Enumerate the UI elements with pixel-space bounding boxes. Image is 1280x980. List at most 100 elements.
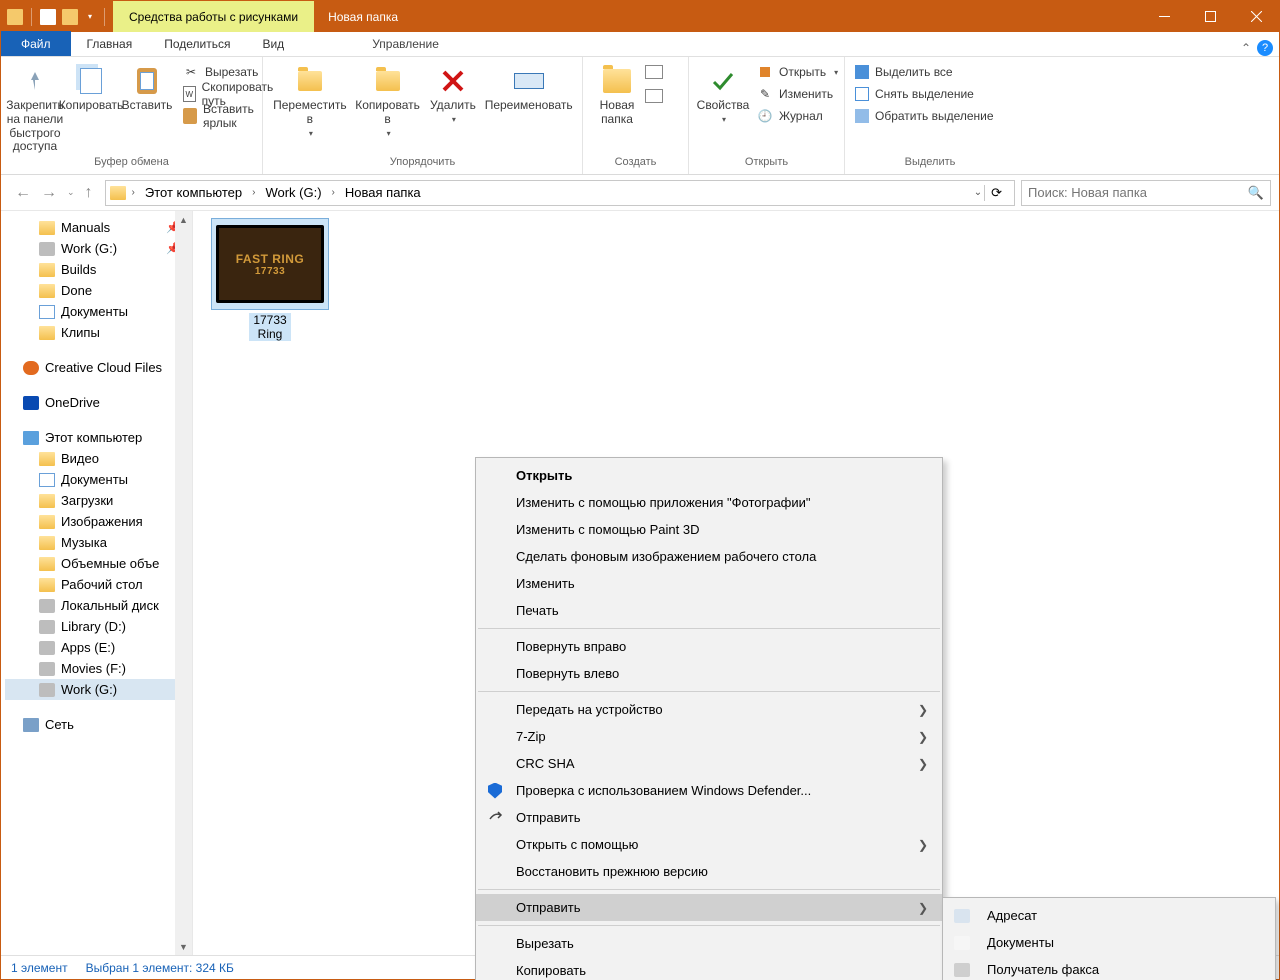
- tree-item[interactable]: Apps (E:): [5, 637, 192, 658]
- tree-item[interactable]: Загрузки: [5, 490, 192, 511]
- minimize-button[interactable]: [1141, 1, 1187, 32]
- tab-view[interactable]: Вид: [246, 31, 300, 56]
- context-menu-item[interactable]: Изменить: [476, 570, 942, 597]
- address-bar[interactable]: › Этот компьютер › Work (G:) › Новая пап…: [105, 180, 1015, 206]
- addr-dropdown-icon[interactable]: ⌄: [974, 187, 982, 198]
- tree-item[interactable]: Документы: [5, 301, 192, 322]
- nav-tree[interactable]: Manuals📌Work (G:)📌BuildsDoneДокументыКли…: [1, 211, 193, 955]
- nav-recent-icon[interactable]: ⌄: [67, 187, 75, 198]
- copy-button[interactable]: Копировать: [63, 61, 119, 115]
- tree-item[interactable]: Done: [5, 280, 192, 301]
- new-folder-button[interactable]: Новая папка: [589, 61, 645, 129]
- copy-to-button[interactable]: Копировать в▾: [351, 61, 425, 140]
- tree-item[interactable]: Клипы: [5, 322, 192, 343]
- tree-item[interactable]: Рабочий стол: [5, 574, 192, 595]
- file-item[interactable]: FAST RING 17733 17733Ring: [205, 219, 335, 341]
- delete-button[interactable]: Удалить▾: [424, 61, 481, 126]
- maximize-button[interactable]: [1187, 1, 1233, 32]
- move-to-button[interactable]: Переместить в▾: [269, 61, 351, 140]
- nav-back-icon[interactable]: ←: [15, 184, 31, 202]
- tab-manage[interactable]: Управление: [324, 31, 487, 56]
- tree-item[interactable]: Movies (F:): [5, 658, 192, 679]
- context-menu-item[interactable]: Отправить: [476, 804, 942, 831]
- tree-item[interactable]: Work (G:)📌: [5, 238, 192, 259]
- tree-item[interactable]: Library (D:): [5, 616, 192, 637]
- context-menu-item[interactable]: Изменить с помощью Paint 3D: [476, 516, 942, 543]
- properties-button[interactable]: Свойства▾: [695, 61, 751, 126]
- invert-selection-button[interactable]: Обратить выделение: [851, 105, 998, 127]
- select-none-button[interactable]: Снять выделение: [851, 83, 998, 105]
- context-submenu-send-to: АдресатДокументыПолучатель факсаРабочий …: [942, 897, 1276, 980]
- context-menu-item[interactable]: Сделать фоновым изображением рабочего ст…: [476, 543, 942, 570]
- scroll-down-icon[interactable]: ▼: [175, 938, 192, 955]
- scissors-icon: ✂: [183, 64, 199, 80]
- context-menu-item[interactable]: Открыть: [476, 462, 942, 489]
- qat-newfolder-icon[interactable]: [62, 9, 78, 25]
- rename-button[interactable]: Переименовать: [481, 61, 576, 115]
- submenu-item[interactable]: Адресат: [943, 902, 1275, 929]
- search-input[interactable]: [1028, 185, 1248, 200]
- help-icon[interactable]: ?: [1257, 40, 1273, 56]
- tree-item[interactable]: Объемные объе: [5, 553, 192, 574]
- history-button[interactable]: 🕘Журнал: [753, 105, 842, 127]
- open-button[interactable]: Открыть▾: [753, 61, 842, 83]
- file-pane[interactable]: FAST RING 17733 17733Ring ОткрытьИзменит…: [193, 211, 1279, 955]
- qat-properties-icon[interactable]: [40, 9, 56, 25]
- context-menu-item[interactable]: Открыть с помощью❯: [476, 831, 942, 858]
- context-menu-item[interactable]: Восстановить прежнюю версию: [476, 858, 942, 885]
- qat-customize-icon[interactable]: ▾: [84, 12, 96, 21]
- close-button[interactable]: [1233, 1, 1279, 32]
- tree-item[interactable]: Изображения: [5, 511, 192, 532]
- breadcrumb-folder[interactable]: Новая папка: [341, 185, 425, 200]
- context-menu-item[interactable]: Печать: [476, 597, 942, 624]
- new-item-icon[interactable]: [645, 65, 663, 79]
- tab-share[interactable]: Поделиться: [148, 31, 246, 56]
- breadcrumb-this-pc[interactable]: Этот компьютер: [141, 185, 246, 200]
- context-menu-item[interactable]: Передать на устройство❯: [476, 696, 942, 723]
- tree-item-icon: [39, 515, 55, 529]
- context-menu-item[interactable]: Изменить с помощью приложения "Фотографи…: [476, 489, 942, 516]
- search-icon[interactable]: 🔍: [1248, 185, 1264, 201]
- tree-item[interactable]: Creative Cloud Files: [5, 357, 192, 378]
- tree-item[interactable]: Manuals📌: [5, 217, 192, 238]
- tree-item[interactable]: Музыка: [5, 532, 192, 553]
- context-menu-item[interactable]: Повернуть влево: [476, 660, 942, 687]
- submenu-item[interactable]: Получатель факса: [943, 956, 1275, 980]
- tree-item[interactable]: Видео: [5, 448, 192, 469]
- tree-item[interactable]: OneDrive: [5, 392, 192, 413]
- context-menu-item[interactable]: CRC SHA❯: [476, 750, 942, 777]
- tree-item[interactable]: Work (G:): [5, 679, 192, 700]
- submenu-arrow-icon: ❯: [918, 703, 928, 717]
- collapse-ribbon-icon[interactable]: ⌃: [1241, 41, 1251, 55]
- context-menu-item[interactable]: Отправить❯: [476, 894, 942, 921]
- nav-forward-icon[interactable]: →: [41, 184, 57, 202]
- tab-home[interactable]: Главная: [71, 31, 149, 56]
- tree-item[interactable]: Builds: [5, 259, 192, 280]
- easy-access-icon[interactable]: [645, 89, 663, 103]
- context-menu-item[interactable]: Копировать: [476, 957, 942, 980]
- paste-button[interactable]: Вставить: [119, 61, 175, 115]
- sidebar-scrollbar[interactable]: ▲ ▼: [175, 211, 192, 955]
- edit-button[interactable]: ✎Изменить: [753, 83, 842, 105]
- context-menu-item[interactable]: Проверка с использованием Windows Defend…: [476, 777, 942, 804]
- breadcrumb-drive[interactable]: Work (G:): [261, 185, 325, 200]
- select-all-button[interactable]: Выделить все: [851, 61, 998, 83]
- tab-file[interactable]: Файл: [1, 31, 71, 56]
- context-menu-item[interactable]: Повернуть вправо: [476, 633, 942, 660]
- tree-item-icon: [39, 242, 55, 256]
- tree-item[interactable]: Этот компьютер: [5, 427, 192, 448]
- context-menu-item[interactable]: Вырезать: [476, 930, 942, 957]
- submenu-item[interactable]: Документы: [943, 929, 1275, 956]
- tree-item-label: Apps (E:): [61, 640, 115, 655]
- window-title: Новая папка: [314, 1, 398, 32]
- scroll-up-icon[interactable]: ▲: [175, 211, 192, 228]
- pin-to-quickaccess-button[interactable]: Закрепить на панели быстрого доступа: [7, 61, 63, 156]
- tree-item[interactable]: Документы: [5, 469, 192, 490]
- tree-item-icon: [39, 452, 55, 466]
- search-box[interactable]: 🔍: [1021, 180, 1271, 206]
- nav-up-icon[interactable]: ↑: [85, 184, 93, 202]
- tree-item[interactable]: Сеть: [5, 714, 192, 735]
- context-menu-item[interactable]: 7-Zip❯: [476, 723, 942, 750]
- refresh-icon[interactable]: ⟳: [984, 185, 1008, 201]
- tree-item[interactable]: Локальный диск: [5, 595, 192, 616]
